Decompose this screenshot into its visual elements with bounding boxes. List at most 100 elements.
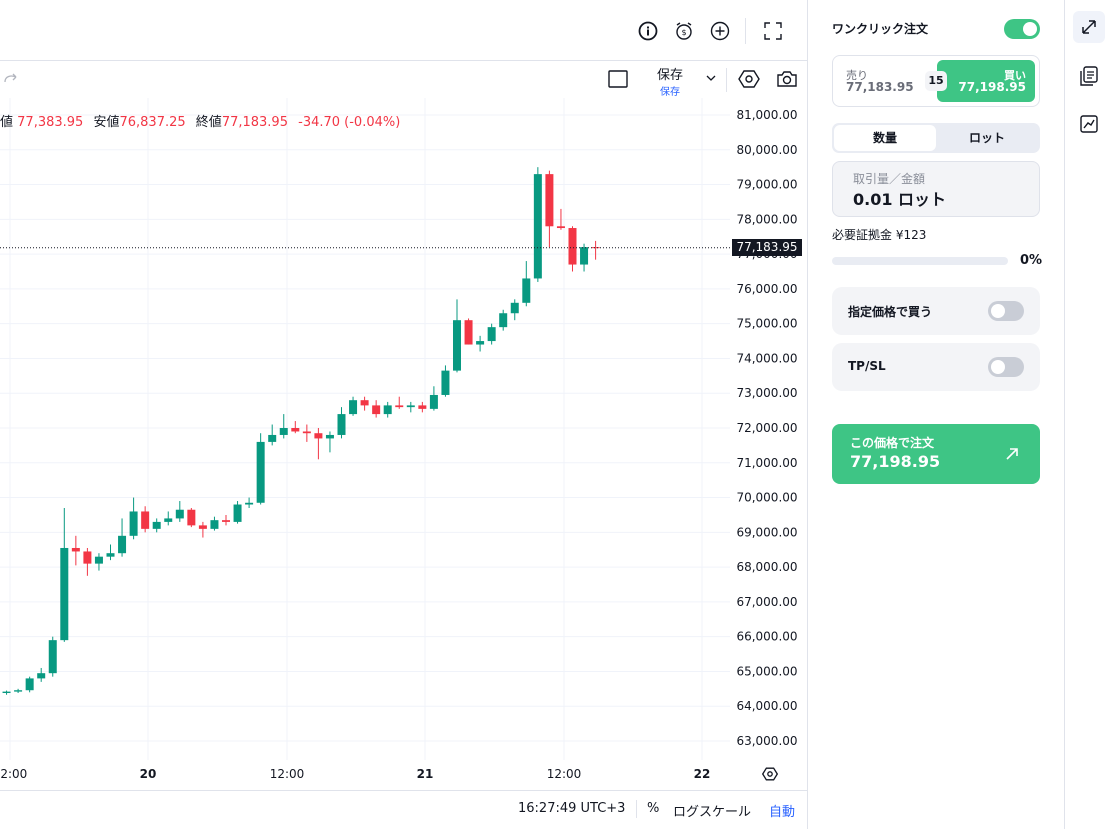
bottom-bar: 16:27:49 UTC+3 % ログスケール 自動: [0, 790, 807, 829]
time-axis-settings-icon[interactable]: [761, 765, 779, 783]
documents-icon[interactable]: [1077, 64, 1101, 88]
candle-body: [499, 313, 508, 328]
tab-lot[interactable]: ロット: [936, 125, 1038, 151]
sell-button[interactable]: 売り 77,183.95: [833, 56, 929, 106]
x-tick-label: 12:00: [547, 767, 582, 781]
candle: [187, 507, 196, 528]
order-panel: ワンクリック注文 売り 77,183.95 買い 77,198.95 15 数量…: [808, 0, 1064, 829]
candle-body: [187, 509, 196, 526]
candle-body: [175, 509, 184, 519]
camera-icon[interactable]: [776, 68, 798, 90]
y-tick-label: 80,000.00: [736, 143, 797, 157]
one-click-toggle[interactable]: [1004, 19, 1040, 39]
candle-body: [48, 640, 57, 674]
add-circle-icon[interactable]: [709, 20, 731, 42]
limit-order-toggle[interactable]: [988, 301, 1024, 321]
candle: [106, 544, 115, 561]
buy-button[interactable]: 買い 77,198.95: [937, 60, 1035, 102]
candle: [164, 511, 173, 526]
candle: [510, 299, 519, 321]
sell-buy-box: 売り 77,183.95 買い 77,198.95 15: [832, 55, 1040, 107]
log-scale-toggle[interactable]: ログスケール: [673, 801, 751, 820]
toggle-knob: [991, 360, 1005, 374]
candle-body: [591, 247, 600, 249]
x-tick-label: 12:00: [270, 767, 305, 781]
candle-body: [429, 394, 438, 409]
candle: [383, 401, 392, 418]
candle-body: [268, 434, 277, 442]
candle: [198, 521, 207, 538]
candle: [533, 167, 542, 282]
ohlc-legend: 値 77,383.95 安値76,837.25 終値77,183.95 -34.…: [0, 111, 400, 130]
save-label: 保存: [656, 68, 683, 83]
alarm-clock-icon[interactable]: $: [673, 20, 695, 42]
last-price-badge: 77,183.95: [732, 239, 802, 257]
tpsl-toggle[interactable]: [988, 357, 1024, 377]
candle-body: [568, 228, 577, 265]
redo-icon[interactable]: [2, 69, 20, 87]
percent-toggle[interactable]: %: [647, 801, 659, 816]
fullscreen-icon[interactable]: [762, 20, 784, 42]
candle: [245, 497, 254, 508]
candle: [406, 401, 415, 413]
buy-price: 77,198.95: [958, 80, 1026, 94]
candle-body: [464, 320, 473, 345]
y-tick-label: 81,000.00: [736, 108, 797, 122]
progress-percent: 0%: [1020, 253, 1043, 268]
candle: [129, 497, 138, 540]
candle-body: [556, 226, 565, 229]
progress-track[interactable]: [832, 257, 1008, 265]
volume-value: 0.01 ロット: [853, 190, 947, 209]
candle-body: [522, 278, 531, 303]
candle: [210, 516, 219, 531]
tab-quantity[interactable]: 数量: [834, 125, 936, 151]
chevron-down-icon[interactable]: [704, 71, 718, 85]
save-sublabel: 保存: [660, 87, 680, 98]
candle: [60, 507, 69, 642]
candle-body: [256, 441, 265, 503]
clock-readout[interactable]: 16:27:49 UTC+3: [518, 801, 625, 816]
candle-body: [337, 414, 346, 435]
candle: [568, 226, 577, 272]
candle: [25, 676, 34, 693]
candle-body: [360, 400, 369, 406]
auto-scale-toggle[interactable]: 自動: [769, 801, 795, 820]
chart-line-icon[interactable]: [1077, 112, 1101, 136]
candle: [487, 323, 496, 345]
candle: [314, 428, 323, 460]
info-icon[interactable]: [637, 20, 659, 42]
candle-body: [2, 691, 11, 694]
volume-label: 取引量／金額: [853, 172, 926, 186]
candle: [395, 396, 404, 409]
close-value: 77,183.95: [221, 115, 288, 130]
candle: [37, 667, 46, 682]
candle-body: [106, 553, 115, 557]
y-tick-label: 70,000.00: [736, 491, 797, 505]
candle-body: [510, 302, 519, 314]
trade-arrows-icon[interactable]: [1073, 11, 1105, 43]
y-tick-label: 72,000.00: [736, 421, 797, 435]
limit-order-row: 指定価格で買う: [832, 287, 1040, 335]
candle: [476, 335, 485, 352]
required-margin: 必要証拠金 ¥123: [832, 228, 927, 242]
candle-body: [233, 504, 242, 522]
candle-body: [302, 431, 311, 434]
x-tick-label: 20: [140, 767, 157, 781]
y-tick-label: 68,000.00: [736, 560, 797, 574]
candle-body: [198, 525, 207, 529]
toolbar-divider: [726, 68, 727, 92]
volume-input[interactable]: 取引量／金額 0.01 ロット: [832, 161, 1040, 217]
candle-body: [545, 174, 554, 227]
settings-hexagon-icon[interactable]: [738, 68, 760, 90]
square-layout-icon[interactable]: [608, 69, 628, 89]
place-order-button[interactable]: この価格で注文 77,198.95: [832, 424, 1040, 484]
y-tick-label: 78,000.00: [736, 212, 797, 226]
save-button[interactable]: 保存 保存: [650, 64, 690, 98]
bottom-divider: [636, 800, 637, 818]
y-tick-label: 76,000.00: [736, 282, 797, 296]
candle: [222, 514, 230, 526]
y-tick-label: 63,000.00: [736, 734, 797, 748]
chart-area[interactable]: 81,000.0080,000.0079,000.0078,000.0077,0…: [0, 0, 808, 829]
candle: [233, 501, 242, 524]
tpsl-row: TP/SL: [832, 343, 1040, 391]
